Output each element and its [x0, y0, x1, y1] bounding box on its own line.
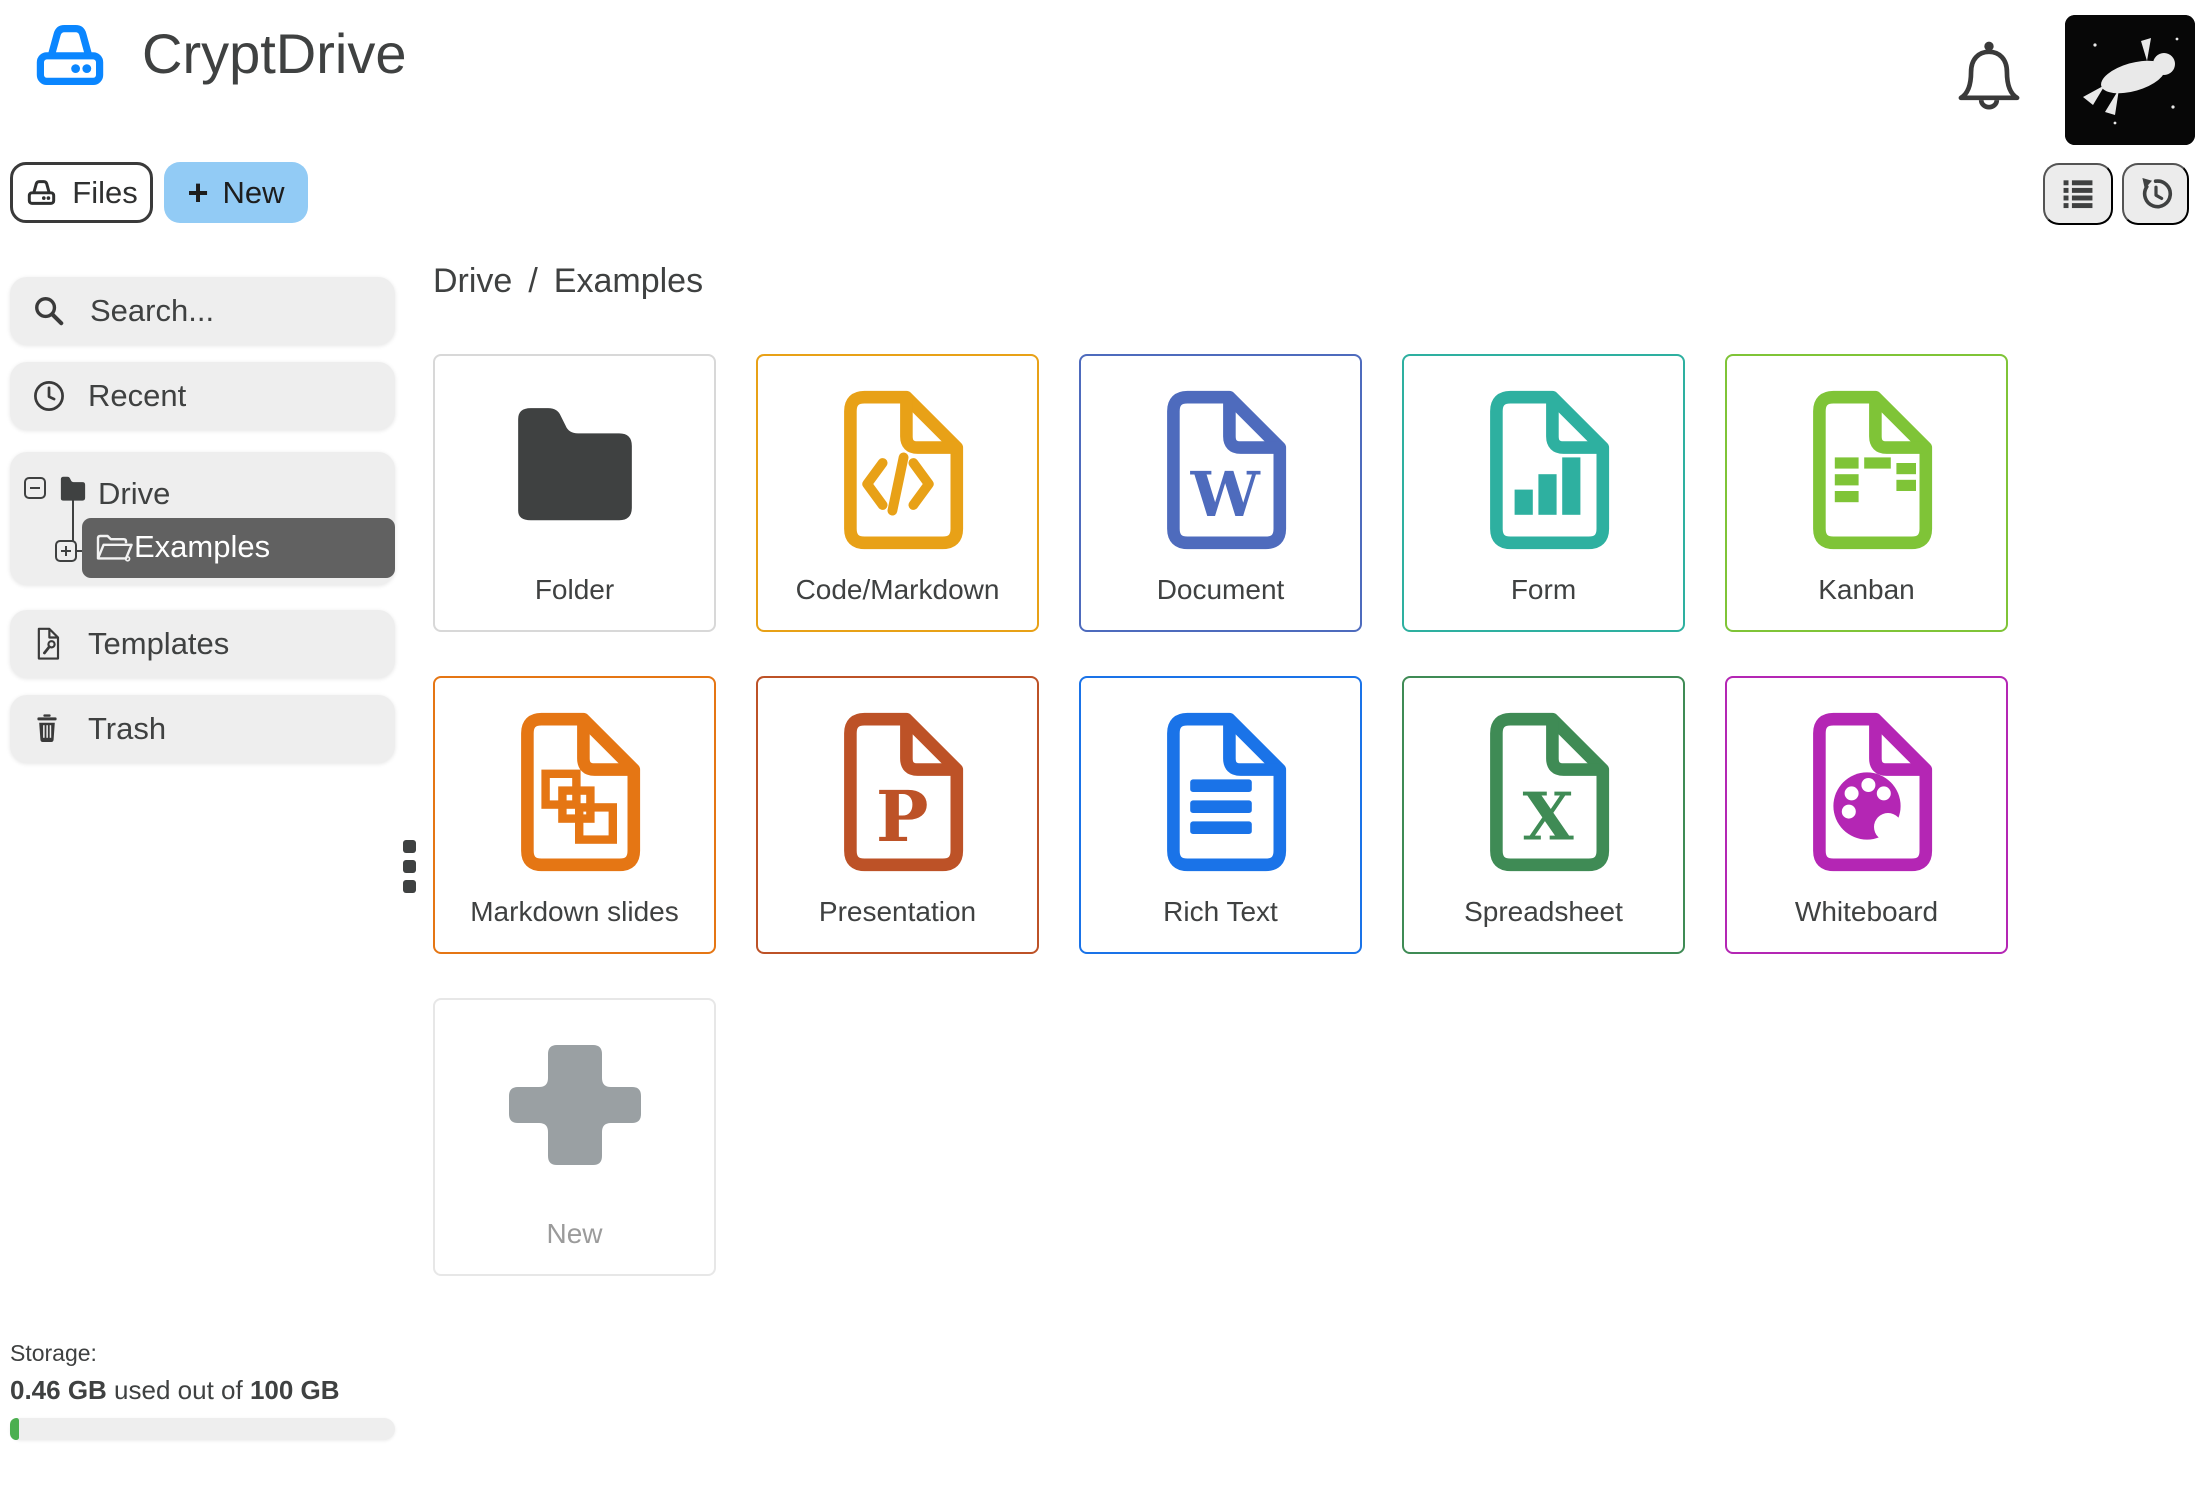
clock-icon	[32, 379, 66, 413]
card-presentation[interactable]: P Presentation	[756, 676, 1039, 954]
presentation-file-icon: P	[758, 708, 1037, 876]
code-file-icon	[758, 386, 1037, 554]
list-view-icon	[2059, 175, 2097, 213]
card-rich-text[interactable]: Rich Text	[1079, 676, 1362, 954]
document-file-icon: W	[1081, 386, 1360, 554]
kanban-file-icon	[1727, 386, 2006, 554]
breadcrumb: Drive / Examples	[433, 262, 703, 301]
breadcrumb-drive[interactable]: Drive	[433, 262, 512, 301]
storage-progress-fill	[10, 1418, 19, 1440]
svg-text:W: W	[1189, 458, 1260, 531]
card-document[interactable]: W Document	[1079, 354, 1362, 632]
card-label: Kanban	[1818, 574, 1915, 605]
card-label: Spreadsheet	[1464, 896, 1623, 927]
card-label: Whiteboard	[1794, 896, 1939, 927]
svg-text:X: X	[1522, 778, 1573, 856]
card-kanban[interactable]: Kanban	[1725, 354, 2008, 632]
search-icon	[32, 294, 66, 328]
folder-icon	[435, 386, 714, 536]
sidebar-item-trash[interactable]: Trash	[10, 695, 395, 763]
card-label: Folder	[534, 574, 615, 605]
storage-used: 0.46 GB	[10, 1375, 107, 1405]
history-icon	[2136, 174, 2176, 214]
card-label: New	[546, 1218, 603, 1249]
card-label: Presentation	[818, 896, 977, 927]
search-box[interactable]	[10, 277, 395, 345]
examples-grid: Folder Code/Markdown W Document Form Kanb…	[433, 354, 2008, 1276]
folder-open-icon	[94, 531, 134, 565]
form-file-icon	[1404, 386, 1683, 554]
new-button[interactable]: + New	[164, 162, 308, 223]
tree-item-examples[interactable]: Examples	[82, 518, 395, 578]
card-form[interactable]: Form	[1402, 354, 1685, 632]
storage-info: Storage: 0.46 GB used out of 100 GB	[10, 1340, 395, 1406]
astronaut-image	[2065, 15, 2195, 145]
sidebar-item-label: Templates	[88, 626, 230, 661]
card-label: Form	[1510, 574, 1577, 605]
breadcrumb-examples[interactable]: Examples	[554, 262, 703, 301]
sidebar-item-label: Recent	[88, 378, 187, 413]
storage-total: 100 GB	[249, 1375, 340, 1405]
page-title: CryptDrive	[142, 22, 407, 85]
card-label: Document	[1156, 574, 1285, 605]
card-whiteboard[interactable]: Whiteboard	[1725, 676, 2008, 954]
drive-tree: Drive Examples	[10, 452, 395, 585]
user-avatar[interactable]	[2065, 15, 2195, 145]
breadcrumb-separator: /	[528, 262, 538, 300]
svg-text:P: P	[875, 775, 928, 858]
tree-item-drive[interactable]: Drive	[98, 476, 170, 512]
notifications-bell-icon[interactable]	[1950, 36, 2028, 116]
sidebar-item-label: Trash	[88, 711, 167, 746]
card-code-markdown[interactable]: Code/Markdown	[756, 354, 1039, 632]
spreadsheet-file-icon: X	[1404, 708, 1683, 876]
whiteboard-file-icon	[1727, 708, 2006, 876]
files-button[interactable]: Files	[10, 162, 153, 223]
list-view-button[interactable]	[2043, 163, 2113, 225]
history-button[interactable]	[2122, 163, 2189, 225]
card-label: Markdown slides	[470, 896, 679, 927]
collapse-icon[interactable]	[24, 477, 46, 499]
trash-icon	[32, 712, 66, 746]
richtext-file-icon	[1081, 708, 1360, 876]
hard-drive-icon	[25, 179, 58, 206]
tree-item-examples-label: Examples	[134, 529, 271, 564]
card-folder[interactable]: Folder	[433, 354, 716, 632]
sidebar-item-recent[interactable]: Recent	[10, 362, 395, 430]
storage-progress-bar	[10, 1418, 395, 1440]
sidebar-item-templates[interactable]: Templates	[10, 610, 395, 678]
card-markdown-slides[interactable]: Markdown slides	[433, 676, 716, 954]
new-button-label: New	[222, 174, 285, 210]
folder-closed-icon	[56, 472, 90, 502]
slides-file-icon	[435, 708, 714, 876]
files-button-label: Files	[72, 174, 138, 210]
card-label: Code/Markdown	[795, 574, 1000, 605]
storage-label: Storage:	[10, 1340, 97, 1366]
template-file-icon	[32, 627, 66, 661]
app-logo-drive-icon[interactable]	[30, 22, 110, 92]
plus-icon	[435, 1030, 714, 1180]
search-input[interactable]	[88, 292, 392, 330]
tree-connector-line	[72, 499, 74, 543]
card-label: Rich Text	[1163, 896, 1278, 927]
sidebar-resize-handle[interactable]	[403, 840, 416, 900]
plus-icon: +	[187, 171, 209, 213]
card-new[interactable]: New	[433, 998, 716, 1276]
expand-icon[interactable]	[55, 540, 77, 562]
card-spreadsheet[interactable]: X Spreadsheet	[1402, 676, 1685, 954]
